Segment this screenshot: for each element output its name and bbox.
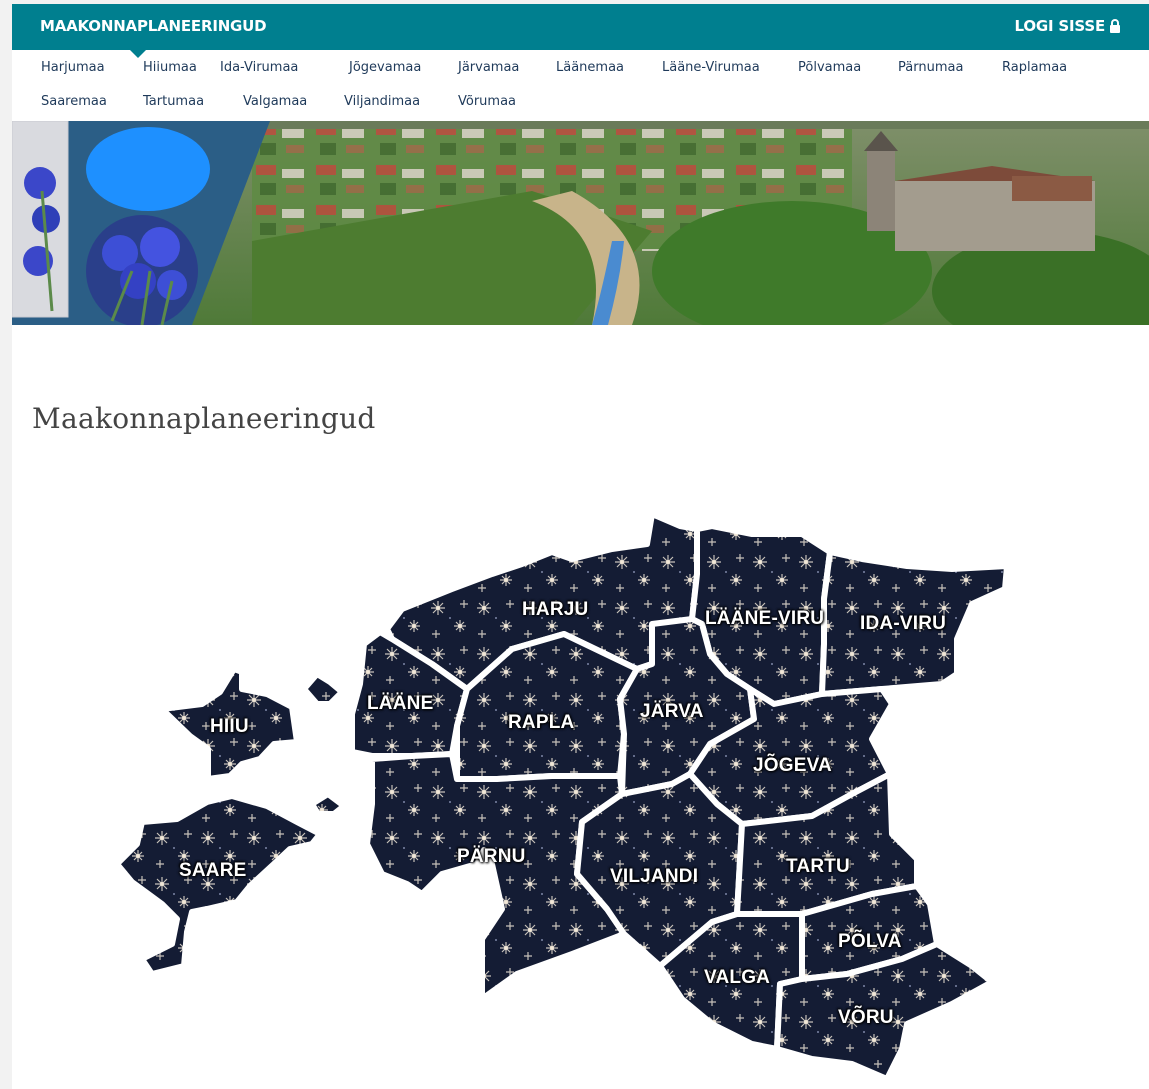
nav-item-parnumaa[interactable]: Pärnumaa — [898, 60, 963, 75]
nav-item-jarvamaa[interactable]: Järvamaa — [458, 60, 519, 75]
nav-item-laane-virumaa[interactable]: Lääne-Virumaa — [662, 60, 760, 75]
login-label: LOGI SISSE — [1014, 17, 1106, 35]
top-bar: MAAKONNAPLANEERINGUD LOGI SISSE — [12, 4, 1149, 50]
hero-photo — [12, 121, 1149, 325]
nav-item-saaremaa[interactable]: Saaremaa — [41, 94, 107, 109]
nav-item-viljandimaa[interactable]: Viljandimaa — [344, 94, 420, 109]
county-ida-viru[interactable] — [819, 549, 1010, 697]
nav-item-ida-virumaa[interactable]: Ida-Virumaa — [220, 60, 298, 75]
nav-item-laanemaa[interactable]: Läänemaa — [556, 60, 624, 75]
nav-item-jogevamaa[interactable]: Jõgevamaa — [349, 60, 421, 75]
nav-item-vorumaa[interactable]: Võrumaa — [458, 94, 516, 109]
page-title: Maakonnaplaneeringud — [32, 402, 376, 435]
lock-icon — [1109, 19, 1121, 33]
nav-item-hiiumaa[interactable]: Hiiumaa — [143, 60, 197, 75]
nav-item-valgamaa[interactable]: Valgamaa — [243, 94, 307, 109]
page: MAAKONNAPLANEERINGUD LOGI SISSE Harjumaa… — [12, 4, 1149, 1089]
county-saare[interactable] — [114, 791, 347, 977]
county-nav: Harjumaa Hiiumaa Ida-Virumaa Jõgevamaa J… — [12, 50, 1149, 120]
nav-item-polvamaa[interactable]: Põlvamaa — [798, 60, 861, 75]
county-hiiu[interactable] — [159, 666, 345, 782]
nav-item-raplamaa[interactable]: Raplamaa — [1002, 60, 1067, 75]
login-button[interactable]: LOGI SISSE — [1015, 17, 1121, 35]
site-title-link[interactable]: MAAKONNAPLANEERINGUD — [40, 17, 267, 35]
nav-item-tartumaa[interactable]: Tartumaa — [143, 94, 204, 109]
nav-item-harjumaa[interactable]: Harjumaa — [41, 60, 105, 75]
county-map: HARJU LÄÄNE-VIRU IDA-VIRU LÄÄNE HIIU RAP… — [12, 504, 1149, 1089]
hero-banner — [12, 121, 1149, 325]
